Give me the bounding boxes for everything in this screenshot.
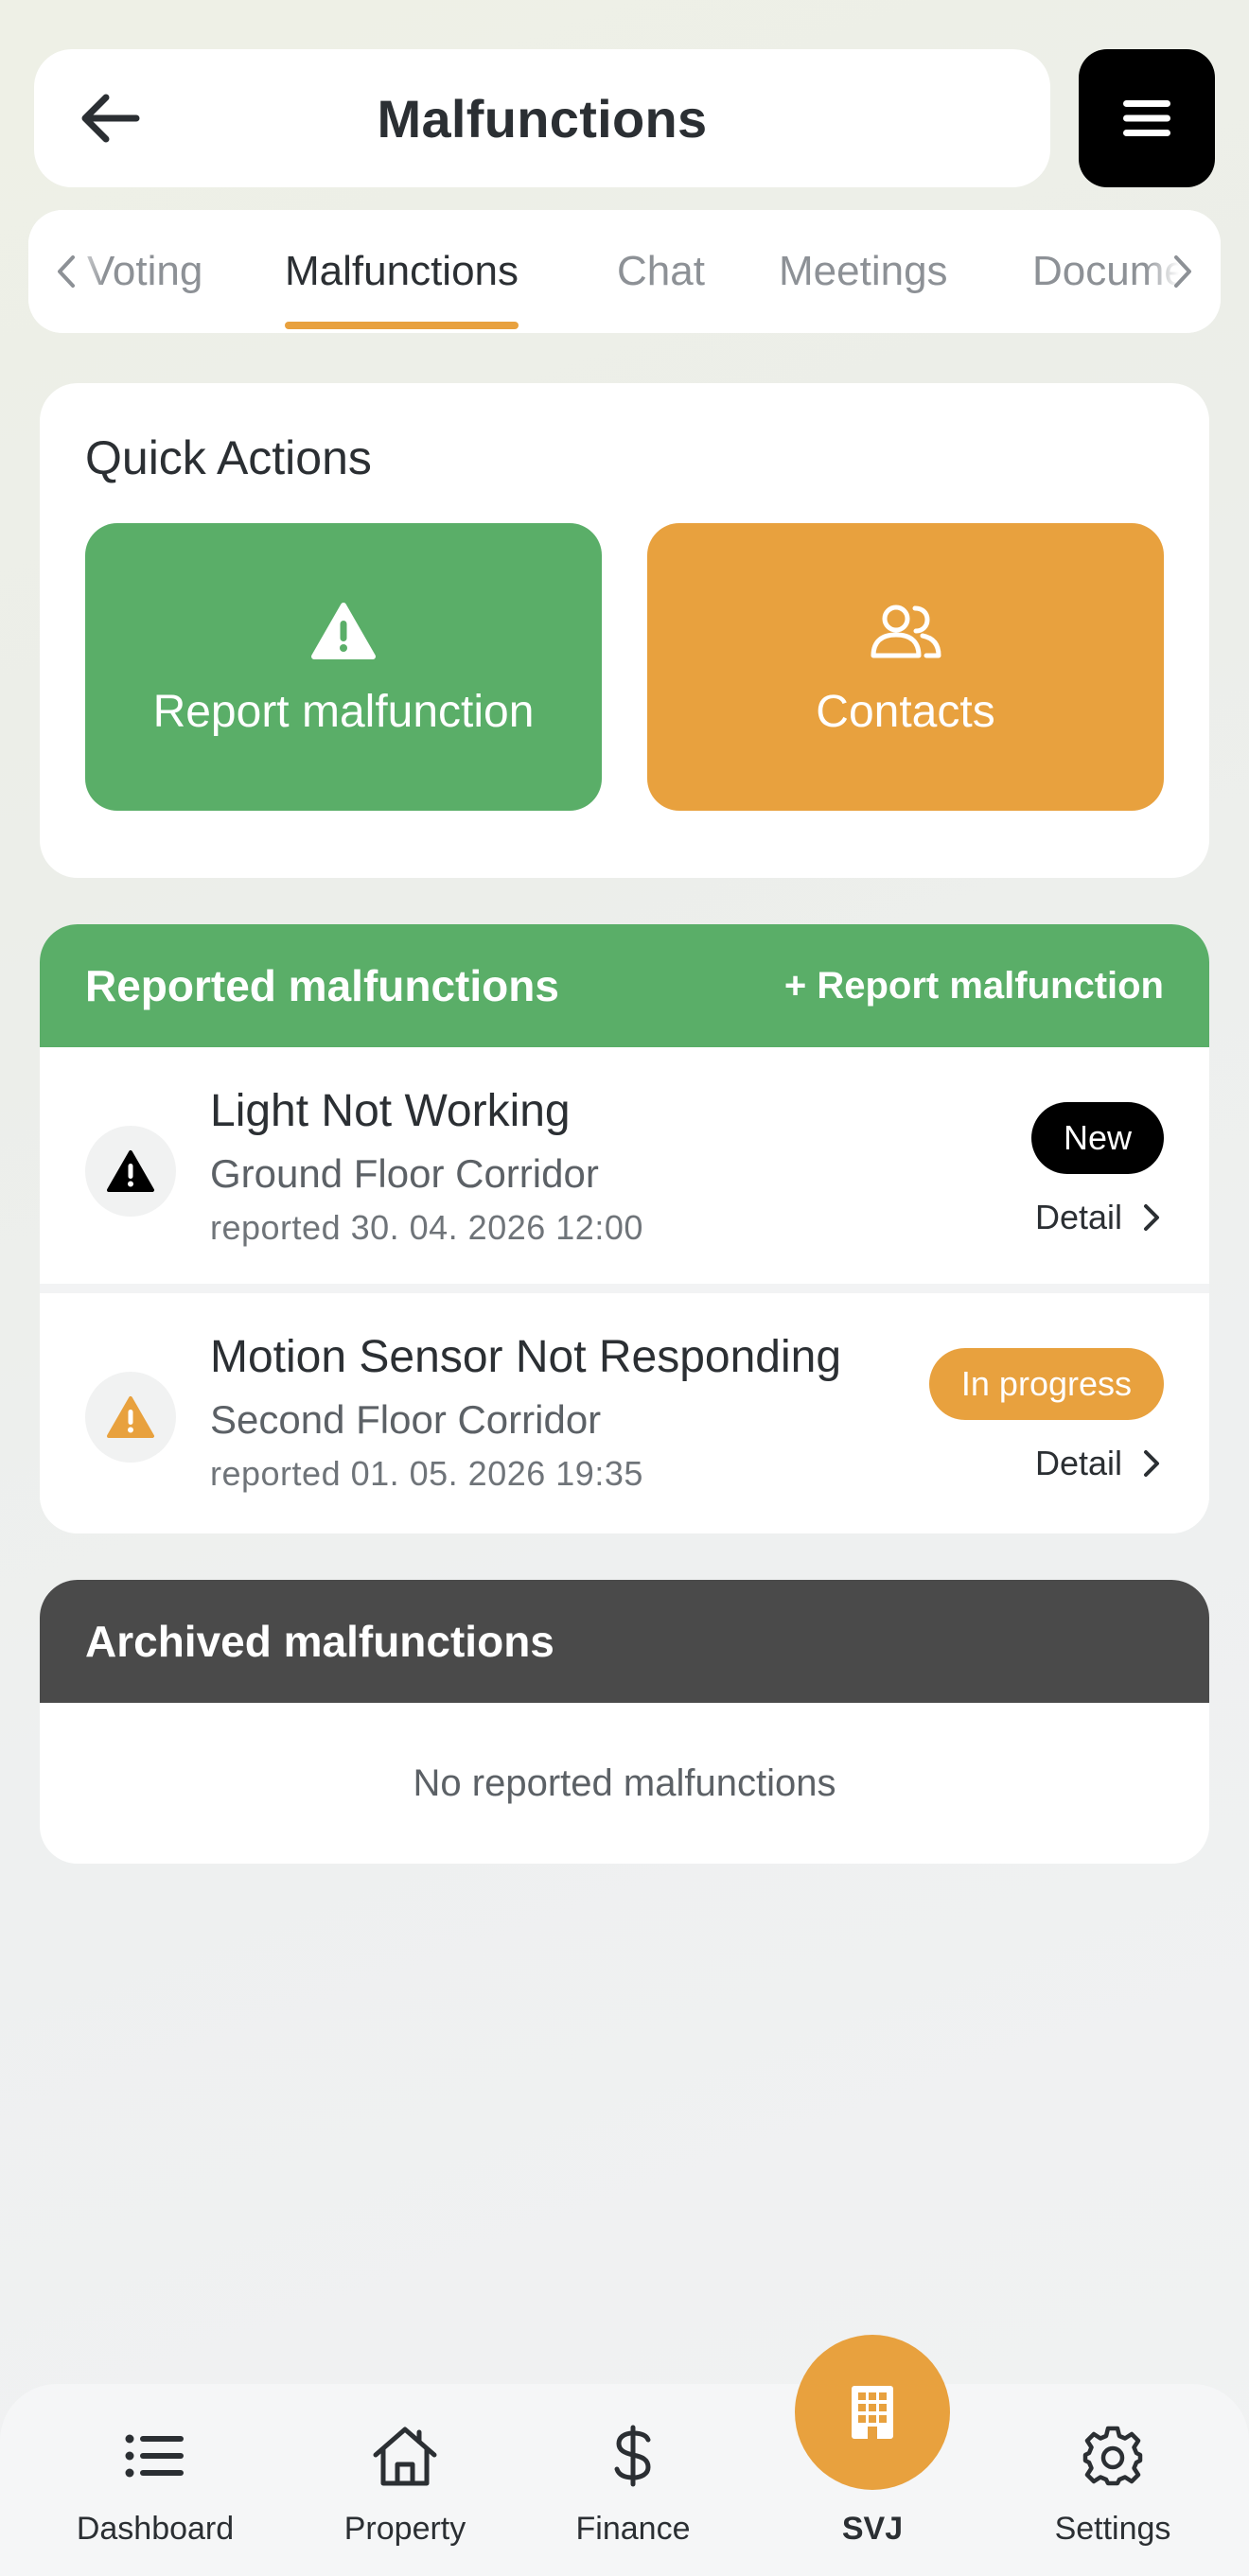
tab-meetings[interactable]: Meetings bbox=[779, 210, 948, 333]
arrow-left-icon bbox=[81, 94, 140, 143]
building-icon bbox=[852, 2386, 893, 2439]
svj-fab-button[interactable] bbox=[795, 2335, 950, 2490]
reported-malfunctions-header: Reported malfunctions + Report malfuncti… bbox=[40, 924, 1209, 1047]
status-badge: In progress bbox=[928, 1348, 1164, 1420]
quick-actions-title: Quick Actions bbox=[85, 431, 372, 484]
report-malfunction-button[interactable]: Report malfunction bbox=[85, 523, 602, 811]
archived-malfunctions-card: Archived malfunctions No reported malfun… bbox=[40, 1580, 1209, 1864]
reported-malfunctions-card: Reported malfunctions + Report malfuncti… bbox=[40, 924, 1209, 1533]
page-title: Malfunctions bbox=[377, 88, 708, 149]
malfunction-location: Second Floor Corridor bbox=[210, 1397, 602, 1442]
tab-voting[interactable]: Voting bbox=[87, 210, 202, 333]
back-button[interactable] bbox=[72, 80, 148, 156]
nav-item-finance[interactable]: Finance bbox=[529, 2384, 737, 2576]
detail-link[interactable]: Detail bbox=[1035, 1435, 1160, 1492]
malfunction-location: Ground Floor Corridor bbox=[210, 1151, 599, 1196]
menu-button[interactable] bbox=[1079, 49, 1215, 187]
malfunction-title: Light Not Working bbox=[210, 1086, 571, 1136]
contacts-button[interactable]: Contacts bbox=[647, 523, 1164, 811]
active-tab-indicator bbox=[285, 322, 519, 329]
item-icon-wrap bbox=[85, 1372, 176, 1463]
list-divider bbox=[40, 1284, 1209, 1293]
hamburger-icon bbox=[1123, 100, 1170, 136]
gear-icon bbox=[1082, 2426, 1143, 2486]
malfunction-list-item[interactable]: Light Not Working Ground Floor Corridor … bbox=[40, 1047, 1209, 1284]
nav-item-property[interactable]: Property bbox=[301, 2384, 509, 2576]
malfunction-date: reported 30. 04. 2026 12:00 bbox=[210, 1208, 643, 1247]
chevron-right-icon bbox=[1174, 255, 1191, 288]
detail-link[interactable]: Detail bbox=[1035, 1189, 1160, 1246]
empty-state-text: No reported malfunctions bbox=[413, 1761, 836, 1804]
tab-bar: Voting Malfunctions Chat Meetings Docume… bbox=[28, 210, 1221, 333]
warning-icon bbox=[311, 602, 376, 659]
house-icon bbox=[373, 2427, 437, 2486]
list-icon bbox=[125, 2434, 184, 2478]
malfunction-title: Motion Sensor Not Responding bbox=[210, 1332, 842, 1382]
tab-malfunctions[interactable]: Malfunctions bbox=[285, 210, 519, 333]
item-icon-wrap bbox=[85, 1126, 176, 1217]
warning-icon bbox=[107, 1396, 154, 1438]
bottom-navigation: Dashboard Property Finance SVJ Settings bbox=[0, 2384, 1249, 2576]
status-badge: New bbox=[1030, 1102, 1164, 1174]
malfunction-date: reported 01. 05. 2026 19:35 bbox=[210, 1454, 643, 1493]
chevron-right-icon bbox=[1144, 1450, 1159, 1477]
tabs-scroll-left-button[interactable] bbox=[28, 210, 104, 333]
quick-actions-card: Quick Actions Report malfunction Contact… bbox=[40, 383, 1209, 878]
archived-malfunctions-title: Archived malfunctions bbox=[85, 1617, 554, 1666]
tabs-scroll-right-button[interactable] bbox=[1145, 210, 1221, 333]
nav-item-settings[interactable]: Settings bbox=[1009, 2384, 1217, 2576]
archived-malfunctions-header: Archived malfunctions bbox=[40, 1580, 1209, 1703]
warning-icon bbox=[107, 1150, 154, 1192]
tab-chat[interactable]: Chat bbox=[617, 210, 705, 333]
header-bar: Malfunctions bbox=[34, 49, 1050, 187]
chevron-right-icon bbox=[1144, 1204, 1159, 1231]
malfunction-list-item[interactable]: Motion Sensor Not Responding Second Floo… bbox=[40, 1293, 1209, 1530]
chevron-left-icon bbox=[58, 255, 75, 288]
nav-item-dashboard[interactable]: Dashboard bbox=[51, 2384, 259, 2576]
add-malfunction-link[interactable]: + Report malfunction bbox=[784, 965, 1164, 1008]
reported-malfunctions-title: Reported malfunctions bbox=[85, 961, 559, 1010]
users-icon bbox=[871, 605, 941, 657]
dollar-icon bbox=[614, 2425, 651, 2487]
